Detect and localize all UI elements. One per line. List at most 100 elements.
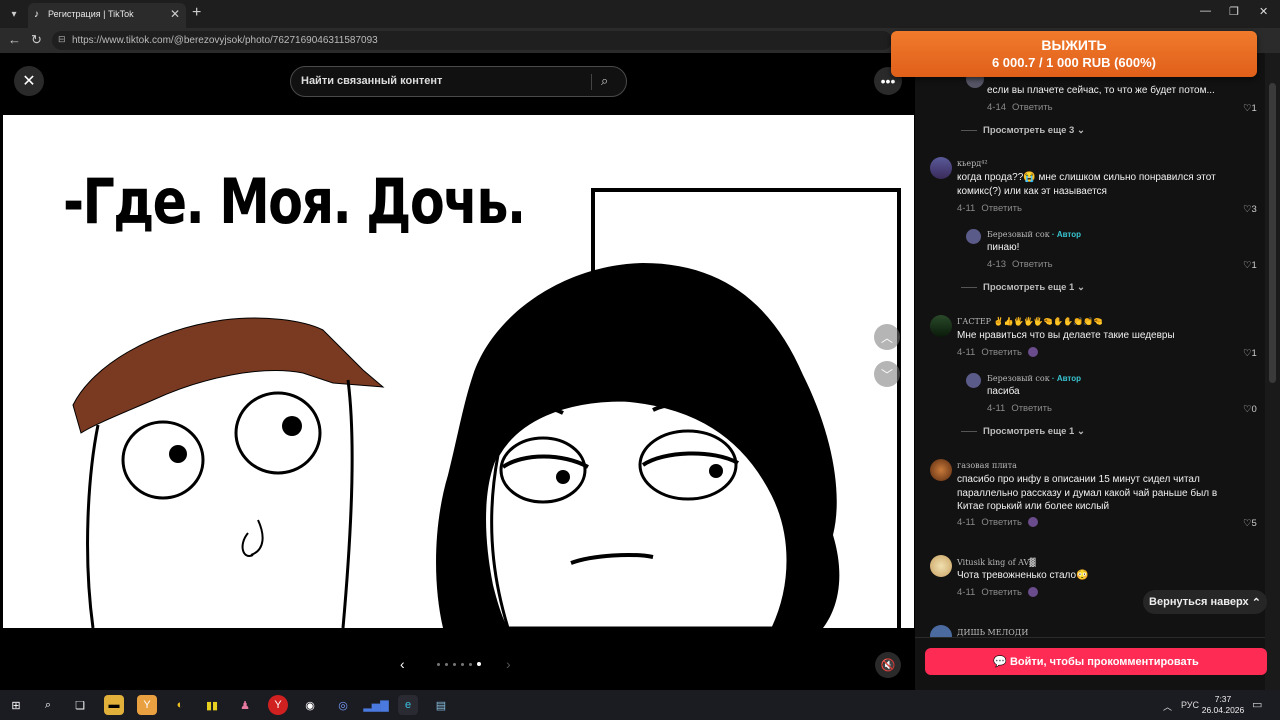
avatar[interactable] — [930, 459, 952, 481]
reply-link[interactable]: Ответить — [1011, 403, 1052, 414]
like-count[interactable]: ♡1 — [1243, 103, 1257, 114]
notifications-icon[interactable]: ▭ — [1252, 698, 1262, 711]
new-tab-icon[interactable]: + — [192, 4, 201, 22]
avatar[interactable] — [966, 373, 981, 388]
tab-close-icon[interactable]: ✕ — [170, 7, 180, 21]
restore-icon[interactable]: ❐ — [1229, 5, 1239, 18]
like-count[interactable]: ♡0 — [1243, 404, 1257, 415]
tab-actions-menu-icon[interactable]: ▾ — [4, 4, 24, 24]
comment-username[interactable]: ДИШЬ МЕЛОДИ — [957, 628, 1028, 637]
search-icon[interactable]: ⌕ — [38, 695, 58, 715]
comment-username[interactable]: ГАСТЕР ✌👍🖐🖐🖐🤏✋✋👏👏🤏 — [957, 317, 1103, 326]
browser-tab-bar: ▾ ♪ Регистрация | TikTok ✕ + — ❐ ✕ — [0, 0, 1280, 28]
comment-username[interactable]: Березовый сок · Автор — [987, 374, 1081, 383]
slide-dot[interactable] — [445, 663, 448, 666]
browser-tab[interactable]: ♪ Регистрация | TikTok ✕ — [28, 3, 186, 28]
search-placeholder: Найти связанный контент — [301, 75, 443, 87]
mute-button[interactable]: 🔇 — [875, 652, 901, 678]
like-count[interactable]: ♡3 — [1243, 204, 1257, 215]
next-slide-icon[interactable]: › — [506, 656, 511, 672]
slide-dot[interactable] — [477, 662, 481, 666]
notepad-icon[interactable]: ▤ — [431, 695, 451, 715]
tiktok-favicon-icon: ♪ — [34, 9, 39, 20]
avatar[interactable] — [930, 157, 952, 179]
like-count[interactable]: ♡1 — [1243, 260, 1257, 271]
yandex-browser-icon[interactable]: Y — [137, 695, 157, 715]
related-content-search[interactable]: Найти связанный контент ⌕ — [290, 66, 627, 97]
like-count[interactable]: ♡5 — [1243, 518, 1257, 529]
file-explorer-icon[interactable]: ▬ — [104, 695, 124, 715]
author-badge: · Автор — [1049, 230, 1081, 239]
heart-icon: ♡ — [1243, 204, 1252, 215]
view-more-replies[interactable]: Просмотреть еще 1 ⌄ — [961, 282, 1085, 293]
comment-username[interactable]: Vitusik king of AV▓ — [957, 558, 1035, 567]
login-to-comment-button[interactable]: 💬 Войти, чтобы прокомментировать — [925, 648, 1267, 675]
task-view-icon[interactable]: ❏ — [70, 695, 90, 715]
reply-link[interactable]: Ответить — [1012, 259, 1053, 270]
app-icon[interactable]: ♟ — [235, 695, 255, 715]
view-more-replies[interactable]: Просмотреть еще 3 ⌄ — [961, 125, 1085, 136]
previous-slide-icon[interactable]: ‹ — [400, 656, 405, 672]
slide-dot[interactable] — [453, 663, 456, 666]
slide-dot[interactable] — [469, 663, 472, 666]
messenger-icon[interactable]: ◎ — [333, 695, 353, 715]
windows-taskbar: ⊞ ⌕ ❏ ▬ Y ◐ ▮▮ ♟ Y ◉ ◎ ▂▅▇ e ▤ ︿ РУС ▭ — [0, 690, 1280, 720]
edge-browser-icon[interactable]: e — [398, 695, 418, 715]
app-icon[interactable]: ◐ — [170, 695, 190, 715]
author-badge: · Автор — [1049, 374, 1081, 383]
view-more-replies[interactable]: Просмотреть еще 1 ⌄ — [961, 426, 1085, 437]
site-info-icon[interactable]: ⊟ — [58, 34, 66, 45]
avatar[interactable] — [930, 315, 952, 337]
back-arrow-icon[interactable]: ← — [8, 32, 21, 47]
tray-overflow-icon[interactable]: ︿ — [1163, 700, 1172, 713]
comment-username[interactable]: кьерд⁴² — [957, 159, 988, 168]
minimize-icon[interactable]: — — [1200, 5, 1211, 17]
reply-link[interactable]: Ответить — [981, 203, 1022, 214]
comments-scrollbar[interactable] — [1265, 53, 1280, 690]
reply-link[interactable]: Ответить — [981, 347, 1022, 358]
clock-time: 7:37 — [1214, 694, 1232, 704]
comic-drawing — [72, 188, 901, 628]
avatar[interactable] — [966, 229, 981, 244]
reload-icon[interactable]: ↻ — [31, 32, 42, 48]
yandex-icon[interactable]: Y — [268, 695, 288, 715]
comment-text: Чота тревожненько стало😳 — [957, 570, 1089, 581]
reply-link[interactable]: Ответить — [1012, 102, 1053, 113]
comment-text: спасибо про инфу в описании 15 минут сид… — [957, 474, 1218, 512]
close-viewer-button[interactable]: ✕ — [14, 66, 44, 96]
comment-username[interactable]: Березовый сок · Автор — [987, 230, 1081, 239]
comment-username[interactable]: газовая плита — [957, 461, 1017, 470]
input-language[interactable]: РУС — [1181, 700, 1199, 710]
back-to-top-button[interactable]: Вернуться наверх ⌃ — [1143, 590, 1267, 614]
comment-meta: 4-11 Ответить — [987, 403, 1052, 414]
reply-link[interactable]: Ответить — [981, 517, 1022, 528]
search-divider — [591, 74, 592, 90]
avatar[interactable] — [930, 555, 952, 577]
slide-dot[interactable] — [437, 663, 440, 666]
comment-date: 4-11 — [957, 347, 976, 358]
author-liked-avatar — [1027, 347, 1038, 358]
windows-start-icon[interactable]: ⊞ — [6, 695, 26, 715]
url-field[interactable]: ⊟ https://www.tiktok.com/@berezovyjsok/p… — [52, 31, 892, 50]
close-icon: ✕ — [22, 73, 36, 90]
promo-banner[interactable]: ВЫЖИТЬ 6 000.7 / 1 000 RUB (600%) — [891, 31, 1257, 77]
heart-icon: ♡ — [1243, 260, 1252, 271]
next-post-button[interactable]: ﹀ — [874, 361, 900, 387]
author-liked-avatar — [1027, 587, 1038, 598]
like-count[interactable]: ♡1 — [1243, 348, 1257, 359]
arrow-up-icon: ⌃ — [1251, 596, 1261, 609]
chart-app-icon[interactable]: ▂▅▇ — [363, 695, 388, 715]
system-clock[interactable]: 7:37 26.04.2026 — [1200, 694, 1246, 716]
comment-date: 4-11 — [957, 517, 976, 528]
comment-meta: 4-11 Ответить — [957, 203, 1022, 214]
scrollbar-thumb[interactable] — [1269, 83, 1276, 383]
app-icon[interactable]: ◉ — [300, 695, 320, 715]
slide-dot[interactable] — [461, 663, 464, 666]
previous-post-button[interactable]: ︿ — [874, 324, 900, 350]
window-close-icon[interactable]: ✕ — [1259, 5, 1268, 18]
comment-text: когда прода??😭 мне слишком сильно понрав… — [957, 172, 1216, 197]
search-icon[interactable]: ⌕ — [601, 73, 608, 89]
comment-meta: 4-11 Ответить — [957, 347, 1038, 358]
app-icon[interactable]: ▮▮ — [202, 695, 222, 715]
reply-link[interactable]: Ответить — [981, 587, 1022, 598]
